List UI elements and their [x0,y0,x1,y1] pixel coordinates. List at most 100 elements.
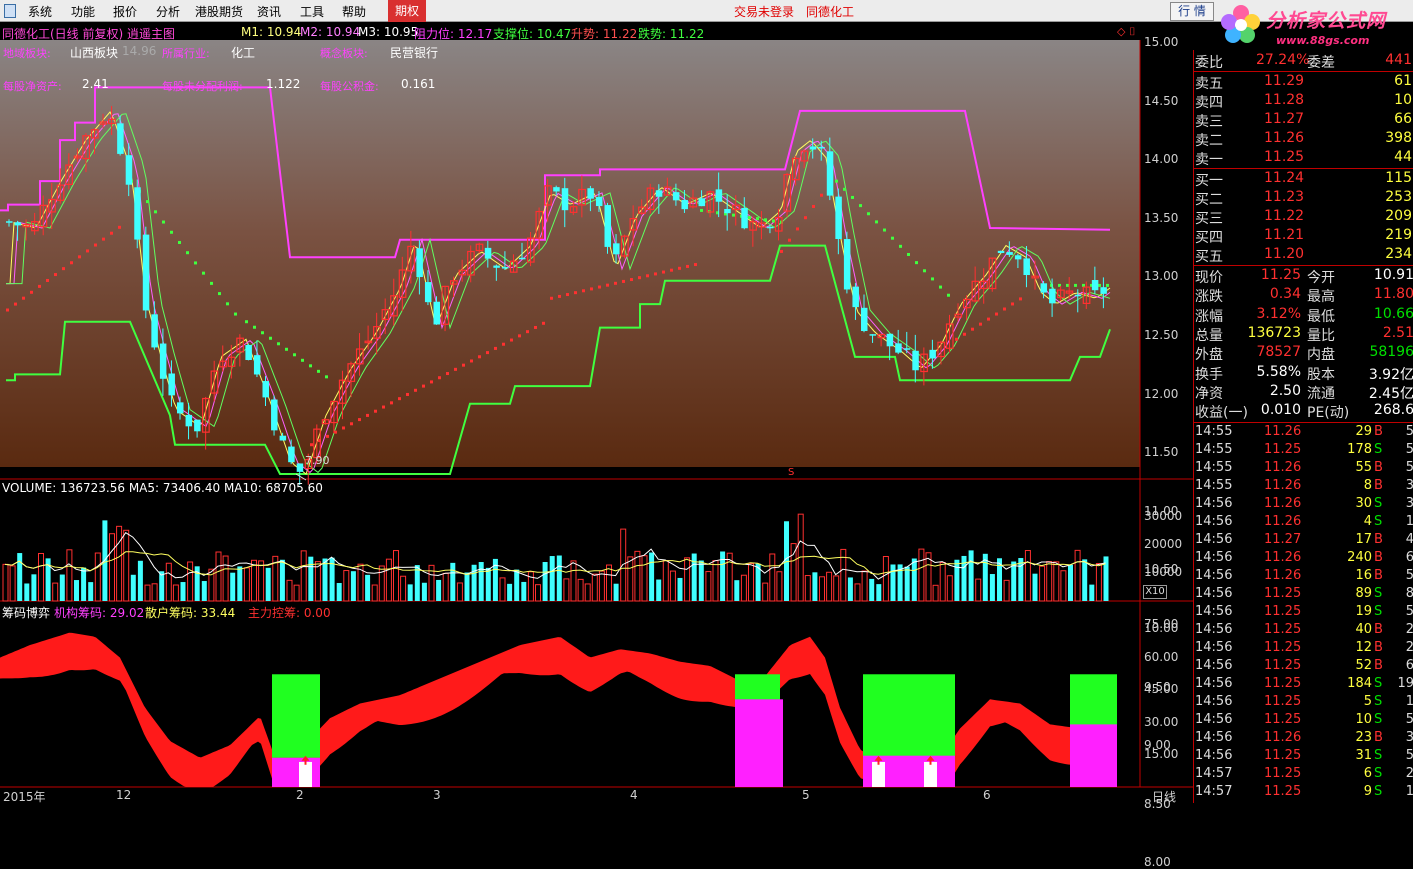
order-ratio-row: 委比 27.24% 委差 441 [1194,52,1413,71]
uptrend-dot [566,293,569,297]
eps-label: 每股净资产: [3,80,62,93]
stat-label: 内盘 [1307,347,1335,364]
tick-row: 14:56 11.25 5 S 1 [1194,694,1413,712]
volume-bar [251,559,257,602]
tick-price: 11.25 [1264,676,1302,691]
uptrend-dot [30,290,33,294]
stat-value: 3.92亿 [1368,366,1413,383]
volume-bar [698,560,704,601]
downtrend-dot [178,240,181,244]
uptrend-dot [542,321,545,325]
volume-bar [939,561,946,602]
candle-down [741,208,748,229]
downtrend-dot [732,213,735,217]
uptrend-dot [955,337,958,341]
quote-button[interactable]: 行 情 [1170,2,1214,21]
tick-row: 14:55 11.26 55 B 5 [1194,460,1413,478]
ask-row: 卖一 11.25 44 [1194,149,1413,168]
tick-volume: 16 [1355,568,1372,583]
menu-quote[interactable]: 报价 [113,3,137,20]
stat-row: 换手 5.58% 股本 3.92亿 [1194,364,1413,383]
trade-status-link[interactable]: 交易未登录 [734,3,794,20]
uptrend-dot [462,363,465,367]
volume-bar [1039,565,1046,602]
volume-bar [130,574,136,601]
chip-white-marker [924,761,937,787]
logo-url: www.88gs.com [1276,34,1370,47]
app-icon[interactable] [4,4,16,18]
menu-help[interactable]: 帮助 [342,3,366,20]
volume-bar [314,561,321,602]
uptrend-dot [14,302,17,306]
volume-bar [350,571,356,601]
period-label[interactable]: 日线 [1152,788,1176,805]
ask-price: 11.27 [1264,111,1305,127]
uptrend-dot [686,264,689,268]
bid-label: 买四 [1195,230,1223,246]
volume-bar [2,563,9,602]
low-price-marker: 7.90 [305,454,330,467]
bid-volume: 234 [1385,246,1412,262]
chart-area[interactable] [0,22,1193,803]
menu-function[interactable]: 功能 [71,3,95,20]
industry-label: 所属行业: [162,47,210,60]
tick-side: B [1374,658,1383,673]
uptrend-dot [598,285,601,289]
menu-analysis[interactable]: 分析 [156,3,180,20]
tick-row: 14:55 11.25 178 S 5 [1194,442,1413,460]
candle-down [595,197,603,207]
volume-bar [549,556,555,601]
tick-row: 14:56 11.25 19 S 5 [1194,604,1413,622]
tick-count: 8 [1405,586,1413,601]
candle-down [835,196,842,239]
downtrend-dot [269,336,272,340]
volume-bar [66,549,73,602]
candle-down [561,188,569,211]
tick-side: B [1374,568,1383,583]
candle-down [245,344,252,360]
bid-volume: 209 [1385,208,1412,224]
stat-label: 现价 [1195,270,1223,286]
chart-canvas[interactable] [0,22,1193,803]
volume-bar [1068,564,1073,601]
uptrend-dot [780,249,783,253]
tick-side: B [1374,478,1383,493]
uptrend-dot [326,434,329,438]
uptrend-dot [510,338,513,342]
downtrend-dot [947,293,950,297]
volume-unit-button[interactable]: X10 [1143,585,1167,599]
candle-down [1091,280,1099,291]
downtrend-dot [939,285,942,289]
volume-bar [563,578,570,602]
candle-down [826,151,834,196]
price-axis-label: 11.50 [1144,445,1179,460]
candle-down [1100,287,1107,294]
volume-bar [230,572,236,601]
menu-system[interactable]: 系统 [28,3,52,20]
volume-bar [322,558,328,601]
volume-bar [336,583,342,601]
tick-row: 14:56 11.25 12 B 2 [1194,640,1413,658]
uptrend-dot [534,325,537,329]
chip-green-block [863,674,955,758]
stat-label: 流通 [1307,385,1335,402]
tick-row: 14:56 11.25 10 S 5 [1194,712,1413,730]
order-ratio-value: 27.24% [1256,52,1310,68]
chip-institution: 机构筹码: 29.02 [54,606,145,620]
menu-hk-futures[interactable]: 港股期货 [195,3,243,20]
menu-options-tab[interactable]: 期权 [388,0,426,22]
window-controls-icon[interactable]: ◇ ⌷ [1117,25,1136,39]
tick-price: 11.25 [1264,694,1302,709]
uptrend-dot [390,401,393,405]
volume-bar [88,582,94,601]
tick-price: 11.25 [1264,622,1302,637]
volume-bar [59,574,65,601]
menu-news[interactable]: 资讯 [257,3,281,20]
menu-tools[interactable]: 工具 [300,3,324,20]
ask-label: 卖五 [1195,76,1223,92]
volume-bar [365,574,371,601]
candle-down [715,189,723,202]
volume-bar [535,584,541,602]
candle-down [6,221,13,223]
tick-row: 14:56 11.25 31 S 5 [1194,748,1413,766]
